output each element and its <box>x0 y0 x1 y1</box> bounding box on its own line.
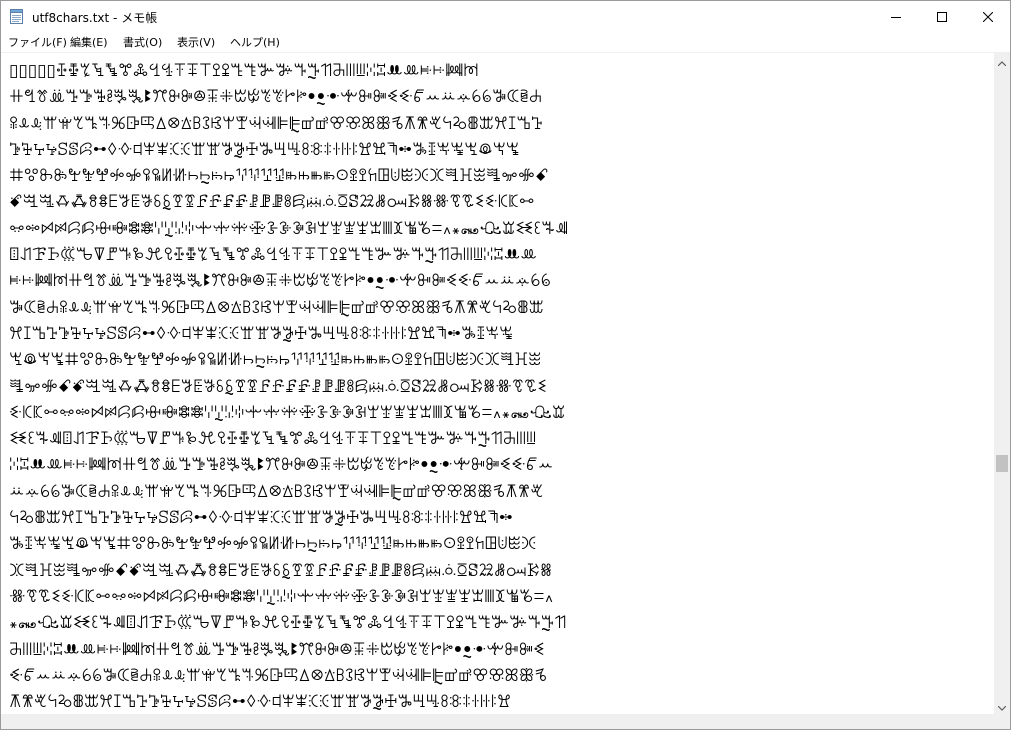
minimize-icon <box>891 7 901 26</box>
maximize-icon <box>937 7 947 26</box>
minimize-button[interactable] <box>873 1 919 32</box>
notepad-window: utf8chars.txt - メモ帳 ファイル(F) 編集(E) 書式(O) … <box>0 0 1011 730</box>
menu-bar: ファイル(F) 編集(E) 書式(O) 表示(V) ヘルプ(H) <box>1 32 1010 52</box>
menu-edit[interactable]: 編集(E) <box>70 34 108 50</box>
title-bar[interactable]: utf8chars.txt - メモ帳 <box>1 1 1010 32</box>
vertical-scrollbar[interactable] <box>994 52 1010 714</box>
menu-view[interactable]: 表示(V) <box>177 34 215 50</box>
notepad-icon <box>10 9 23 24</box>
close-icon <box>982 7 994 26</box>
window-title: utf8chars.txt - メモ帳 <box>32 11 158 25</box>
window-bottom-edge <box>1 714 1010 729</box>
close-button[interactable] <box>965 1 1011 32</box>
text-editor[interactable]: ▯▯▯▯▯ꔀꔁꔂꔃꔄꔅꔆꔇꔈꔉꔊꔋꔌꔍꔎꔏꔐꔑꔒꔓꔔꔕꔖꔗꔘꔙꔚꔛꔜꔝꔞꔟ ꔠꔡ… <box>1 52 994 715</box>
scroll-down-arrow-icon <box>997 696 1007 715</box>
scrollbar-thumb[interactable] <box>996 455 1008 472</box>
scroll-up-arrow-icon <box>997 51 1007 70</box>
editor-content[interactable]: ▯▯▯▯▯ꔀꔁꔂꔃꔄꔅꔆꔇꔈꔉꔊꔋꔌꔍꔎꔏꔐꔑꔒꔓꔔꔕꔖꔗꔘꔙꔚꔛꔜꔝꔞꔟ ꔠꔡ… <box>9 58 989 715</box>
scroll-up-button[interactable] <box>994 52 1010 69</box>
menu-help[interactable]: ヘルプ(H) <box>230 34 280 50</box>
maximize-button[interactable] <box>919 1 965 32</box>
menu-format[interactable]: 書式(O) <box>123 34 162 50</box>
scroll-down-button[interactable] <box>994 697 1010 714</box>
menu-file[interactable]: ファイル(F) <box>8 34 67 50</box>
